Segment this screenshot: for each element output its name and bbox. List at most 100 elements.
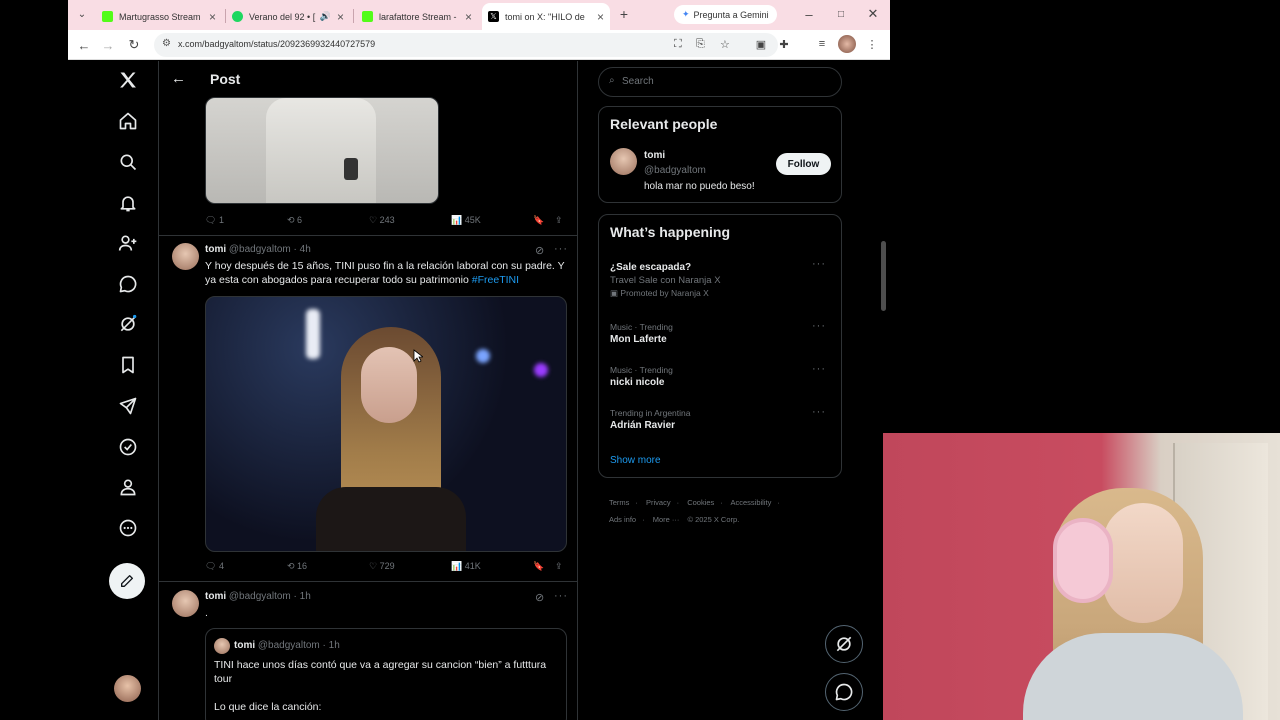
views-button[interactable]: 📊 45K xyxy=(451,215,481,226)
jobs-icon[interactable] xyxy=(116,394,140,418)
bookmark-button[interactable]: 🔖 xyxy=(533,215,544,226)
close-icon[interactable]: × xyxy=(209,10,216,24)
close-icon[interactable]: × xyxy=(597,10,604,24)
account-avatar[interactable] xyxy=(114,675,141,702)
share-button[interactable]: ⇪ xyxy=(555,561,563,572)
trend-item[interactable]: Trending in Argentina Adrián Ravier ··· xyxy=(610,406,832,431)
author-name[interactable]: tomi xyxy=(205,244,226,255)
more-options-icon[interactable]: ··· xyxy=(812,406,826,418)
extensions-icon[interactable]: ✚ xyxy=(775,35,793,53)
tab-larafattore[interactable]: larafattore Stream - M × xyxy=(356,3,478,30)
tab-verano-del-92[interactable]: Verano del 92 • [ 🔊 × xyxy=(226,3,350,30)
show-more-link[interactable]: Show more xyxy=(610,455,661,466)
gemini-label: Pregunta a Gemini xyxy=(693,9,769,20)
promoted-trend[interactable]: ¿Sale escapada? Travel Sale con Naranja … xyxy=(610,258,832,299)
translate-icon[interactable]: ⛶ xyxy=(674,38,682,51)
views-button[interactable]: 📊 41K xyxy=(451,561,481,572)
address-bar[interactable]: ⚙ x.com/badgyaltom/status/20923699324407… xyxy=(154,33,778,57)
grok-explain-icon[interactable]: ⊘ xyxy=(535,244,545,257)
accessibility-link[interactable]: Accessibility xyxy=(730,498,771,507)
terms-link[interactable]: Terms xyxy=(609,498,629,507)
reply-button[interactable]: 🗨 1 xyxy=(205,215,224,226)
tweet-photo[interactable] xyxy=(205,296,567,552)
more-options-icon[interactable]: ··· xyxy=(812,258,826,270)
close-icon[interactable]: × xyxy=(465,10,472,24)
share-button[interactable]: ⇪ xyxy=(555,215,563,226)
new-tab-button[interactable]: + xyxy=(614,4,634,24)
quoted-tweet[interactable]: tomi @badgyaltom · 1h TINI hace unos día… xyxy=(205,628,567,720)
compose-post-button[interactable] xyxy=(109,563,145,599)
grok-explain-icon[interactable]: ⊘ xyxy=(535,591,545,604)
phone-shape xyxy=(344,158,358,180)
repost-button[interactable]: ⟲ 6 xyxy=(287,215,302,226)
x-logo-icon[interactable] xyxy=(116,68,140,92)
tweet-time[interactable]: · 4h xyxy=(294,244,311,255)
tweet-time[interactable]: · 1h xyxy=(294,591,311,602)
messages-icon[interactable] xyxy=(116,272,140,296)
reply-button[interactable]: 🗨 4 xyxy=(205,561,224,572)
bookmarks-icon[interactable] xyxy=(116,353,140,377)
cookies-link[interactable]: Cookies xyxy=(687,498,714,507)
devices-icon[interactable]: ▣ xyxy=(752,35,770,53)
more-options-icon[interactable]: ··· xyxy=(812,363,826,375)
bookmark-button[interactable]: 🔖 xyxy=(533,561,544,572)
reload-button[interactable]: ↻ xyxy=(124,35,144,55)
more-link[interactable]: More ··· xyxy=(653,515,680,524)
search-input[interactable]: ⌕ Search xyxy=(598,67,842,97)
bookmark-star-icon[interactable]: ☆ xyxy=(720,38,730,51)
privacy-link[interactable]: Privacy xyxy=(646,498,671,507)
author-avatar[interactable] xyxy=(172,590,199,617)
tab-martugrasso[interactable]: Martugrasso Stream × xyxy=(96,3,222,30)
screencast-icon[interactable]: ⎘ xyxy=(696,38,705,51)
more-icon[interactable] xyxy=(116,516,140,540)
author-avatar[interactable] xyxy=(172,243,199,270)
relevant-person-avatar[interactable] xyxy=(610,148,637,175)
repost-button[interactable]: ⟲ 16 xyxy=(287,561,307,572)
search-placeholder: Search xyxy=(622,76,654,87)
home-icon[interactable] xyxy=(116,109,140,133)
close-icon[interactable]: × xyxy=(337,10,344,24)
more-options-icon[interactable]: ··· xyxy=(812,320,826,332)
like-count: 243 xyxy=(379,215,395,225)
ads-info-link[interactable]: Ads info xyxy=(609,515,636,524)
minimize-button[interactable]: – xyxy=(799,4,819,24)
speaker-icon[interactable]: 🔊 xyxy=(320,11,331,22)
tab-tomi-on-x[interactable]: 𝕏 tomi on X: "HILO de × xyxy=(482,3,610,30)
author-handle[interactable]: @badgyaltom xyxy=(229,591,291,602)
hashtag-link[interactable]: #FreeTINI xyxy=(472,274,519,286)
menu-icon[interactable]: ⋮ xyxy=(863,35,881,53)
relevant-person-handle[interactable]: @badgyaltom xyxy=(644,165,706,176)
follow-button[interactable]: Follow xyxy=(776,153,831,175)
back-arrow-icon[interactable]: ← xyxy=(171,70,186,87)
copyright: © 2025 X Corp. xyxy=(687,515,740,524)
scrollbar-thumb[interactable] xyxy=(881,241,886,311)
like-button[interactable]: ♡ 243 xyxy=(369,215,395,226)
profile-icon[interactable] xyxy=(116,475,140,499)
profile-avatar[interactable] xyxy=(838,35,856,53)
grok-icon[interactable] xyxy=(116,312,140,336)
gemini-button[interactable]: ✦ Pregunta a Gemini xyxy=(674,5,777,24)
forward-button[interactable]: → xyxy=(98,35,118,55)
author-name[interactable]: tomi xyxy=(205,591,226,602)
like-button[interactable]: ♡ 729 xyxy=(369,561,395,572)
verified-icon[interactable] xyxy=(116,435,140,459)
grok-fab-button[interactable] xyxy=(825,625,863,663)
tab-search-dropdown[interactable]: ⌄ xyxy=(72,4,92,24)
messages-fab-button[interactable] xyxy=(825,673,863,711)
trend-item[interactable]: Music · Trending Mon Laferte ··· xyxy=(610,320,832,345)
footer-separator: · xyxy=(777,498,780,507)
relevant-person-name[interactable]: tomi xyxy=(644,150,665,161)
back-button[interactable]: ← xyxy=(74,35,94,55)
close-window-button[interactable]: ✕ xyxy=(863,4,883,24)
explore-icon[interactable] xyxy=(116,150,140,174)
maximize-button[interactable]: □ xyxy=(831,4,851,24)
previous-post-image[interactable] xyxy=(205,97,439,204)
site-info-icon[interactable]: ⚙ xyxy=(162,38,171,49)
notifications-icon[interactable] xyxy=(116,191,140,215)
more-options-icon[interactable]: ··· xyxy=(554,590,568,602)
trend-item[interactable]: Music · Trending nicki nicole ··· xyxy=(610,363,832,388)
media-control-icon[interactable]: ≡ xyxy=(813,35,831,53)
author-handle[interactable]: @badgyaltom xyxy=(229,244,291,255)
more-options-icon[interactable]: ··· xyxy=(554,243,568,255)
follow-icon[interactable] xyxy=(116,231,140,255)
